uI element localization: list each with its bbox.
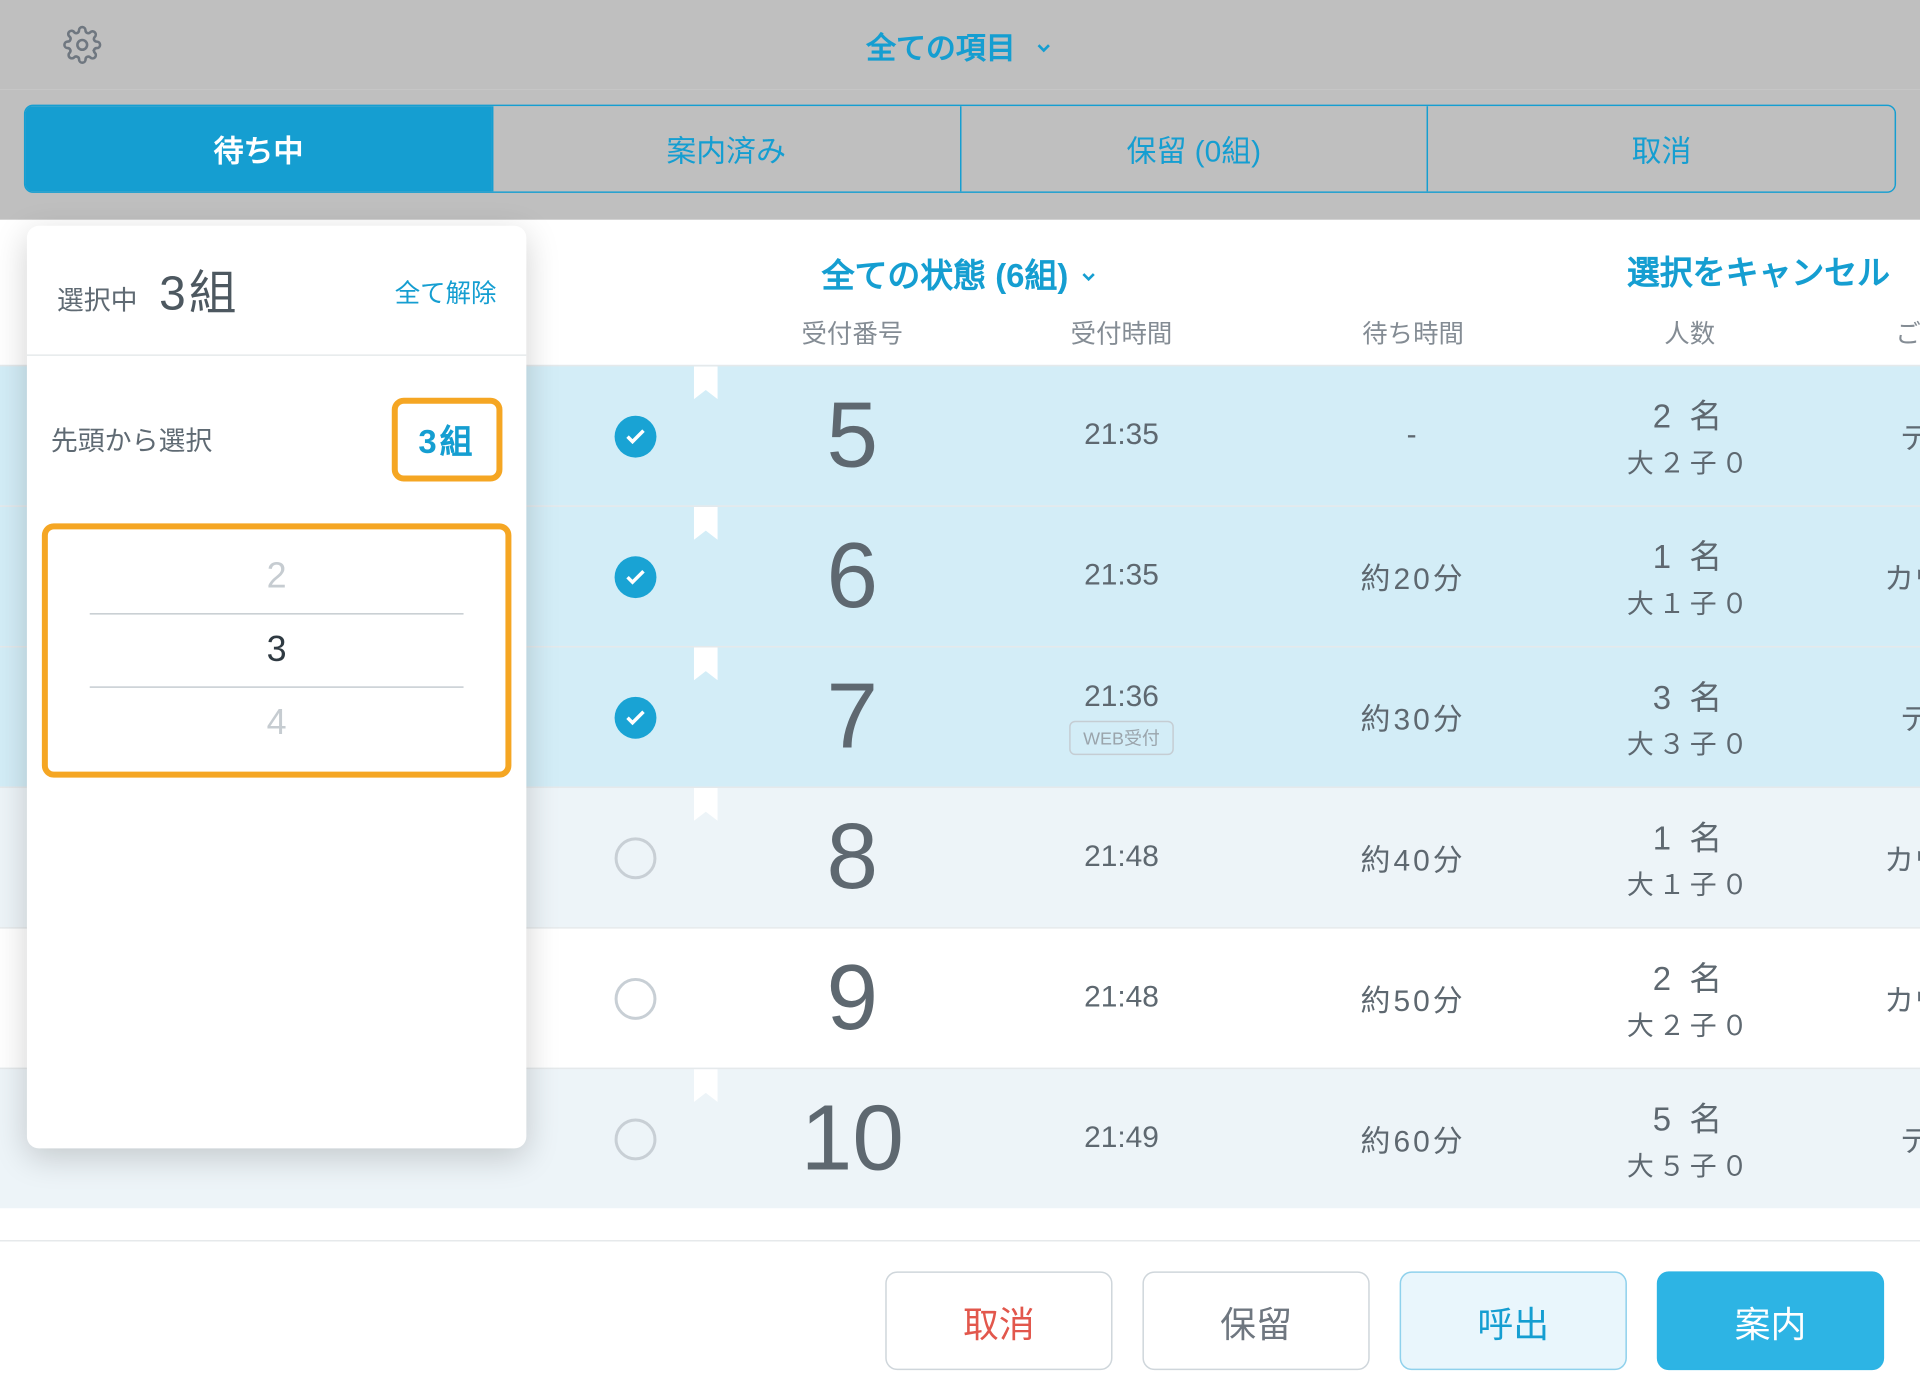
row-people: 5 名大５子０: [1555, 1093, 1824, 1184]
header-filter[interactable]: 全ての項目: [0, 23, 1920, 66]
row-people: 2 名大２子０: [1555, 390, 1824, 481]
number-picker-wheel[interactable]: 2 3 4: [42, 523, 512, 777]
row-wait: -: [1271, 419, 1555, 453]
selecting-label: 選択中: [57, 286, 138, 316]
tab-done[interactable]: 案内済み: [492, 106, 960, 191]
row-number: 5: [733, 390, 972, 483]
settings-gear-icon[interactable]: [60, 22, 105, 67]
header-filter-label: 全ての項目: [866, 32, 1016, 65]
row-wait: 約60分: [1271, 1117, 1555, 1160]
chevron-down-icon: [1033, 32, 1054, 66]
tab-cancelled[interactable]: 取消: [1427, 106, 1895, 191]
from-top-count-button[interactable]: 3組: [391, 398, 502, 482]
row-seat: カウンター: [1824, 976, 1920, 1019]
status-tabs-container: 待ち中 案内済み 保留 (0組) 取消: [0, 90, 1920, 220]
cancel-button[interactable]: 取消: [885, 1271, 1112, 1370]
row-checkbox[interactable]: [615, 1118, 657, 1160]
row-checkbox[interactable]: [615, 696, 657, 738]
row-seat: カウンター: [1824, 836, 1920, 879]
row-number: 8: [733, 811, 972, 904]
row-checkbox[interactable]: [615, 977, 657, 1019]
app-header: 全ての項目: [0, 0, 1920, 90]
wheel-current: 3: [90, 613, 464, 688]
tab-hold[interactable]: 保留 (0組): [959, 106, 1427, 191]
action-footer: 取消 保留 呼出 案内: [0, 1240, 1920, 1400]
wheel-prev: 2: [48, 544, 506, 610]
col-number: 受付番号: [733, 313, 972, 350]
row-checkbox[interactable]: [615, 837, 657, 879]
row-people: 3 名大３子０: [1555, 671, 1824, 762]
tab-waiting[interactable]: 待ち中: [25, 106, 491, 191]
row-wait: 約30分: [1271, 695, 1555, 738]
row-time: 21:48: [972, 840, 1271, 874]
col-wait: 待ち時間: [1271, 313, 1555, 350]
clear-all-button[interactable]: 全て解除: [395, 271, 497, 308]
row-people: 1 名大１子０: [1555, 531, 1824, 622]
col-people: 人数: [1555, 313, 1824, 350]
row-time: 21:49: [972, 1121, 1271, 1155]
wheel-next: 4: [48, 691, 506, 757]
cancel-selection-button[interactable]: 選択をキャンセル: [1627, 247, 1890, 295]
row-time: 21:48: [972, 981, 1271, 1015]
chevron-down-icon: [1077, 257, 1098, 294]
from-top-label: 先頭から選択: [51, 420, 212, 459]
row-seat: カウンター: [1824, 555, 1920, 598]
row-number: 6: [733, 530, 972, 623]
row-time: 21:35: [972, 419, 1271, 453]
row-seat: テーブル: [1824, 414, 1920, 457]
panel-header: 選択中 3組 全て解除: [27, 226, 526, 356]
row-number: 9: [733, 952, 972, 1045]
row-wait: 約50分: [1271, 976, 1555, 1019]
row-number: 10: [733, 1092, 972, 1185]
row-time: 21:36WEB受付: [972, 680, 1271, 755]
status-tabs: 待ち中 案内済み 保留 (0組) 取消: [24, 105, 1896, 193]
row-wait: 約40分: [1271, 836, 1555, 879]
selecting-count: 3組: [159, 266, 239, 320]
row-seat: テーブル: [1824, 695, 1920, 738]
col-seat: ご希望の席: [1824, 313, 1920, 350]
col-time: 受付時間: [972, 313, 1271, 350]
selection-panel: 選択中 3組 全て解除 先頭から選択 3組 2 3 4: [27, 226, 526, 1149]
row-seat: テーブル: [1824, 1117, 1920, 1160]
row-time: 21:35: [972, 559, 1271, 593]
hold-button[interactable]: 保留: [1142, 1271, 1369, 1370]
row-wait: 約20分: [1271, 555, 1555, 598]
guide-button[interactable]: 案内: [1657, 1271, 1884, 1370]
state-filter-label: 全ての状態 (6組): [822, 257, 1069, 294]
row-checkbox[interactable]: [615, 415, 657, 457]
content-area: 全ての状態 (6組) 選択をキャンセル 受付番号 受付時間 待ち時間 人数 ご希…: [0, 220, 1920, 1208]
call-button[interactable]: 呼出: [1400, 1271, 1627, 1370]
row-number: 7: [733, 671, 972, 764]
row-people: 1 名大１子０: [1555, 812, 1824, 903]
row-people: 2 名大２子０: [1555, 953, 1824, 1044]
state-filter-dropdown[interactable]: 全ての状態 (6組): [822, 250, 1099, 298]
panel-from-row: 先頭から選択 3組: [27, 356, 526, 523]
row-checkbox[interactable]: [615, 556, 657, 598]
